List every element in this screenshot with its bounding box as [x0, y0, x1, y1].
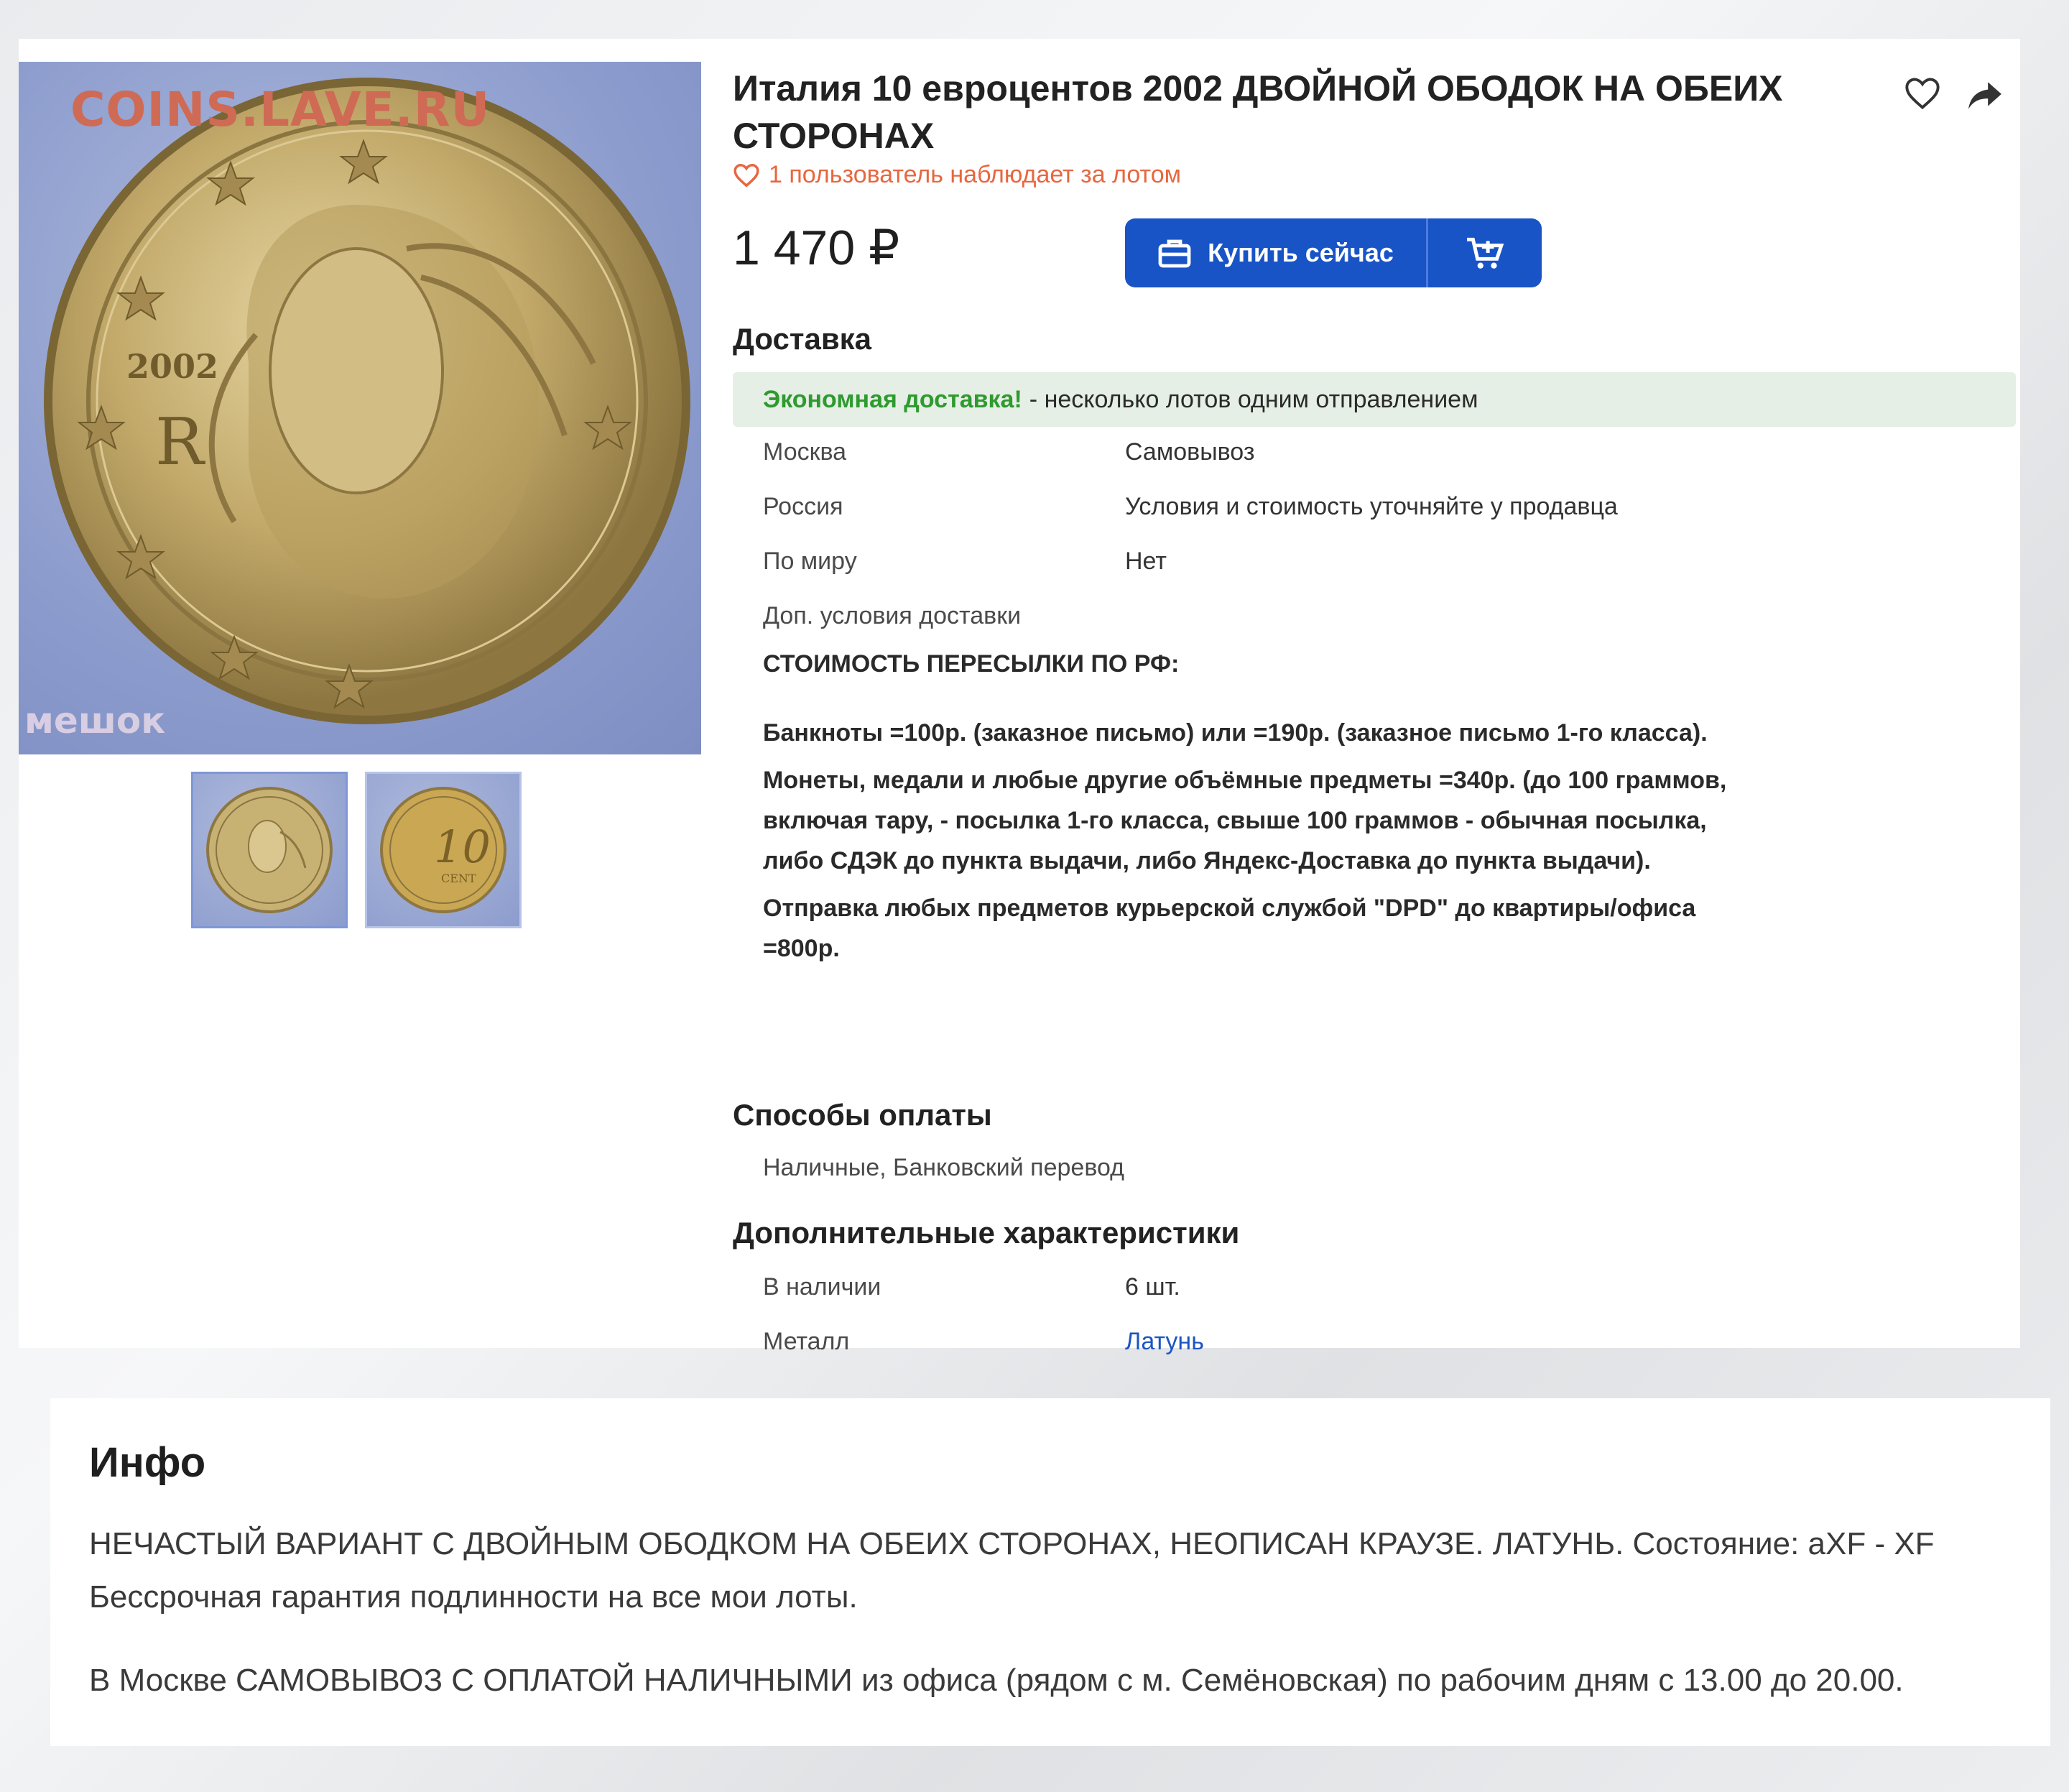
- shipping-terms: СТОИМОСТЬ ПЕРЕСЫЛКИ ПО РФ: Банкноты =100…: [763, 644, 1769, 976]
- shipping-heading: СТОИМОСТЬ ПЕРЕСЫЛКИ ПО РФ:: [763, 650, 1180, 678]
- thumbnail-obverse[interactable]: [191, 772, 348, 928]
- heart-outline-icon: [733, 163, 759, 188]
- delivery-row-label: Россия: [763, 493, 843, 520]
- stock-value: 6 шт.: [1125, 1273, 1180, 1301]
- metal-link[interactable]: Латунь: [1125, 1328, 1204, 1356]
- thumbnail-strip: 10 CENT: [191, 772, 522, 928]
- coin-obverse-image: 2002 R: [44, 78, 690, 724]
- main-coin-photo[interactable]: 2002 R мешок: [19, 62, 701, 754]
- thumbnail-reverse[interactable]: 10 CENT: [365, 772, 522, 928]
- info-heading: Инфо: [89, 1439, 206, 1486]
- cart-plus-icon: [1467, 237, 1504, 269]
- extra-heading: Дополнительные характеристики: [733, 1216, 1240, 1250]
- coin-unit: CENT: [441, 872, 476, 885]
- share-icon[interactable]: [1967, 79, 2003, 112]
- delivery-row-value: Самовывоз: [1125, 438, 1255, 466]
- shipping-line: Монеты, медали и любые другие объёмные п…: [763, 767, 1727, 874]
- coin-year: 2002: [126, 347, 218, 386]
- shipping-line: Отправка любых предметов курьерской служ…: [763, 895, 1696, 962]
- photo-watermark: мешок: [24, 700, 166, 742]
- payment-heading: Способы оплаты: [733, 1098, 992, 1132]
- delivery-row-value: Нет: [1125, 548, 1167, 575]
- lot-title: Италия 10 евроцентов 2002 ДВОЙНОЙ ОБОДОК…: [733, 68, 1783, 156]
- coin-value: 10: [434, 821, 491, 873]
- lot-price: 1 470 ₽: [733, 221, 900, 275]
- info-line: В Москве САМОВЫВОЗ С ОПЛАТОЙ НАЛИЧНЫМИ и…: [89, 1663, 1904, 1698]
- add-to-cart-button[interactable]: [1428, 218, 1542, 287]
- heart-icon[interactable]: [1904, 75, 1941, 112]
- coin-obverse-thumb: [206, 787, 333, 913]
- eco-delivery-accent: Экономная доставка!: [763, 385, 1022, 413]
- delivery-row-label: Доп. условия доставки: [763, 602, 1022, 629]
- delivery-row-value: Условия и стоимость уточняйте у продавца: [1125, 493, 1618, 520]
- buy-now-label: Купить сейчас: [1208, 238, 1394, 267]
- info-line: Бессрочная гарантия подлинности на все м…: [89, 1579, 858, 1615]
- delivery-heading: Доставка: [733, 322, 872, 356]
- site-watermark: COINS.LAVE.RU: [70, 82, 491, 137]
- delivery-row-label: Москва: [763, 438, 847, 466]
- svg-text:R: R: [155, 405, 205, 480]
- eco-delivery-text: - несколько лотов одним отправлением: [1029, 385, 1478, 413]
- info-text: НЕЧАСТЫЙ ВАРИАНТ С ДВОЙНЫМ ОБОДКОМ НА ОБ…: [89, 1518, 2029, 1707]
- briefcase-icon: [1158, 239, 1191, 268]
- coin-reverse-thumb: 10 CENT: [380, 787, 506, 913]
- watchers-info: 1 пользователь наблюдает за лотом: [733, 161, 1181, 189]
- shipping-line: Банкноты =100р. (заказное письмо) или =1…: [763, 719, 1708, 747]
- info-card: Инфо НЕЧАСТЫЙ ВАРИАНТ С ДВОЙНЫМ ОБОДКОМ …: [50, 1398, 2050, 1746]
- payment-methods: Наличные, Банковский перевод: [763, 1154, 1124, 1181]
- watchers-text: 1 пользователь наблюдает за лотом: [769, 161, 1181, 188]
- stock-label: В наличии: [763, 1273, 881, 1301]
- buy-now-button[interactable]: Купить сейчас: [1125, 218, 1428, 287]
- info-line: НЕЧАСТЫЙ ВАРИАНТ С ДВОЙНЫМ ОБОДКОМ НА ОБ…: [89, 1526, 1935, 1561]
- lot-card: COINS.LAVE.RU 2002 R мешок 10 CENT Итали…: [19, 39, 2020, 1355]
- delivery-row-label: По миру: [763, 548, 857, 575]
- buy-button-group: Купить сейчас: [1125, 218, 1542, 287]
- eco-delivery-banner: Экономная доставка! - несколько лотов од…: [733, 372, 2016, 427]
- metal-label: Металл: [763, 1328, 850, 1355]
